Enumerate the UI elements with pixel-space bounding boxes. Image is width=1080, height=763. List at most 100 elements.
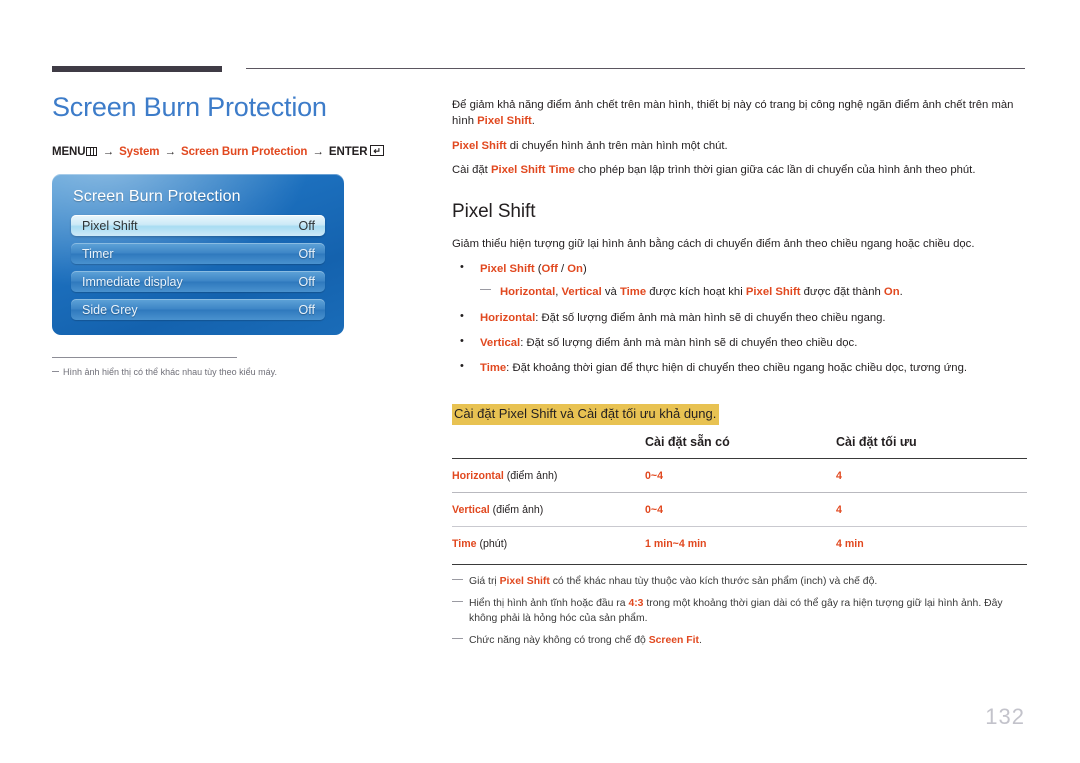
bullet-term: Pixel Shift: [480, 262, 535, 275]
intro-p1-term: Pixel Shift: [477, 115, 532, 128]
table-cell-term: Vertical: [452, 504, 490, 516]
table-header-blank: [452, 431, 645, 459]
section-title-pixel-shift: Pixel Shift: [452, 200, 536, 222]
intro-p3-text-c: cho phép bạn lập trình thời gian giữa cá…: [574, 164, 976, 177]
table-cell-term: Horizontal: [452, 470, 504, 482]
footnote-text-b: có thể khác nhau tùy thuộc vào kích thướ…: [549, 576, 878, 587]
bullet-option-on: On: [567, 262, 583, 275]
subnote-dash-icon: [480, 289, 491, 291]
settings-table-body: Horizontal (điểm ảnh) 0~4 4 Vertical (đi…: [452, 458, 1027, 561]
table-cell-available: 0~4: [645, 458, 836, 493]
footnote-dash-icon: [452, 600, 463, 602]
bullet-option-off: Off: [541, 262, 558, 275]
osd-item-label: Pixel Shift: [82, 218, 138, 233]
intro-block: Để giảm khả năng điểm ảnh chết trên màn …: [452, 97, 1027, 179]
table-cell-available: 0~4: [645, 492, 836, 527]
table-cell-optimum: 4 min: [836, 527, 1027, 561]
table-cell-available-value: 0~4: [645, 504, 663, 516]
table-header-available: Cài đặt sẵn có: [645, 435, 730, 449]
osd-item-timer[interactable]: Timer Off: [71, 243, 325, 265]
page-number: 132: [985, 704, 1025, 729]
bullet-item-horizontal: Horizontal: Đặt số lượng điểm ảnh mà màn…: [452, 309, 1027, 326]
footnote-term: Screen Fit: [648, 634, 699, 646]
table-header-optimum: Cài đặt tối ưu: [836, 435, 917, 449]
osd-item-value: Off: [298, 246, 315, 261]
settings-table: Cài đặt sẵn có Cài đặt tối ưu Horizontal…: [452, 431, 1027, 560]
table-row: Time (phút) 1 min~4 min 4 min: [452, 527, 1027, 561]
footnote-text-b: .: [698, 634, 702, 646]
osd-item-value: Off: [298, 218, 315, 233]
table-cell-name: Time (phút): [452, 527, 645, 561]
osd-panel: Screen Burn Protection Pixel Shift Off T…: [52, 174, 344, 336]
osd-item-immediate-display[interactable]: Immediate display Off: [71, 271, 325, 293]
enter-return-icon: ↵: [370, 145, 385, 157]
menu-path-enter-label: ENTER: [328, 146, 368, 159]
osd-item-value: Off: [298, 274, 315, 289]
subnote-sep-2: và: [601, 286, 620, 299]
intro-p3-term: Pixel Shift Time: [490, 164, 575, 177]
intro-p3-text-a: Cài đặt: [452, 164, 491, 177]
osd-item-value: Off: [298, 302, 315, 317]
footnote-text-a: Chức năng này không có trong chế độ: [469, 634, 649, 646]
header-rule-thin: [246, 68, 1025, 69]
bullet-term: Vertical: [480, 337, 521, 349]
footnote-text-a: Giá trị: [469, 576, 500, 587]
table-cell-optimum-value: 4 min: [836, 538, 864, 550]
footnotes-block: Giá trị Pixel Shift có thể khác nhau tùy…: [452, 564, 1027, 648]
note-dash-icon: [52, 371, 59, 373]
bullet-text: : Đặt số lượng điểm ảnh mà màn hình sẽ d…: [535, 311, 886, 324]
footnote-dash-icon: [452, 579, 463, 580]
bullet-text: : Đặt khoảng thời gian để thực hiện di c…: [506, 362, 967, 375]
right-column: Để giảm khả năng điểm ảnh chết trên màn …: [452, 97, 1027, 654]
osd-item-label: Side Grey: [82, 302, 138, 317]
table-caption-highlighted: Cài đặt Pixel Shift và Cài đặt tối ưu kh…: [452, 403, 720, 425]
osd-item-label: Timer: [82, 246, 114, 261]
bullet-item-pixel-shift: Pixel Shift (Off / On) Horizontal, Verti…: [452, 260, 1027, 301]
table-cell-optimum-value: 4: [836, 470, 842, 482]
table-cell-optimum: 4: [836, 458, 1027, 493]
footnote-dash-icon: [452, 637, 463, 639]
subnote-text-4: được đặt thành: [800, 286, 884, 299]
table-cell-name: Vertical (điểm ảnh): [452, 492, 645, 527]
menu-path-step-system: System: [119, 146, 160, 159]
menu-path-breadcrumb: MENU → System → Screen Burn Protection →…: [52, 145, 422, 158]
footnote-term: Pixel Shift: [499, 576, 550, 587]
intro-p2-text: di chuyển hình ảnh trên màn hình một chú…: [506, 139, 728, 152]
menu-path-arrow-1: →: [102, 146, 115, 159]
osd-item-label: Immediate display: [82, 274, 183, 289]
footnote-item-2: Hiển thị hình ảnh tĩnh hoặc đầu ra 4:3 t…: [452, 596, 1027, 627]
subnote-text-3: được kích hoạt khi: [646, 286, 746, 299]
footnote-text-a: Hiển thị hình ảnh tĩnh hoặc đầu ra: [469, 597, 629, 609]
intro-paragraph-3: Cài đặt Pixel Shift Time cho phép bạn lậ…: [452, 162, 1027, 178]
table-row: Horizontal (điểm ảnh) 0~4 4: [452, 458, 1027, 493]
menu-path-step-screen-burn-protection: Screen Burn Protection: [181, 146, 308, 159]
menu-bars-icon: [86, 147, 98, 157]
table-cell-optimum-value: 4: [836, 504, 842, 516]
osd-panel-title: Screen Burn Protection: [73, 188, 241, 206]
table-header-row: Cài đặt sẵn có Cài đặt tối ưu: [452, 431, 1027, 459]
subnote-text-5: .: [899, 286, 903, 299]
subnote-term-pixel-shift: Pixel Shift: [745, 286, 801, 299]
footnote-item-3: Chức năng này không có trong chế độ Scre…: [452, 633, 1027, 649]
table-cell-unit: (điểm ảnh): [503, 470, 558, 482]
left-column: Screen Burn Protection MENU → System → S…: [52, 92, 422, 379]
bullet-paren-close: ): [582, 262, 587, 275]
left-note: Hình ảnh hiển thị có thể khác nhau tùy t…: [52, 366, 422, 379]
intro-paragraph-2: Pixel Shift di chuyển hình ảnh trên màn …: [452, 138, 1027, 154]
table-cell-optimum: 4: [836, 492, 1027, 527]
intro-p1-text-a: Để giảm khả năng điểm ảnh chết trên màn …: [452, 99, 1014, 128]
settings-table-head: Cài đặt sẵn có Cài đặt tối ưu: [452, 431, 1027, 459]
table-cell-name: Horizontal (điểm ảnh): [452, 458, 645, 493]
table-row: Vertical (điểm ảnh) 0~4 4: [452, 492, 1027, 527]
page-title: Screen Burn Protection: [52, 92, 327, 122]
bullet-item-time: Time: Đặt khoảng thời gian để thực hiện …: [452, 359, 1027, 376]
bullet-list: Pixel Shift (Off / On) Horizontal, Verti…: [452, 260, 1027, 377]
osd-item-side-grey[interactable]: Side Grey Off: [71, 299, 325, 321]
bullet-option-sep: /: [557, 262, 568, 275]
footnote-term: 4:3: [628, 597, 644, 609]
osd-item-pixel-shift[interactable]: Pixel Shift Off: [71, 215, 325, 237]
menu-path-menu-label: MENU: [52, 146, 86, 159]
table-cell-available-value: 0~4: [645, 470, 663, 482]
footnote-item-1: Giá trị Pixel Shift có thể khác nhau tùy…: [452, 574, 1027, 590]
menu-path-arrow-2: →: [164, 146, 177, 159]
